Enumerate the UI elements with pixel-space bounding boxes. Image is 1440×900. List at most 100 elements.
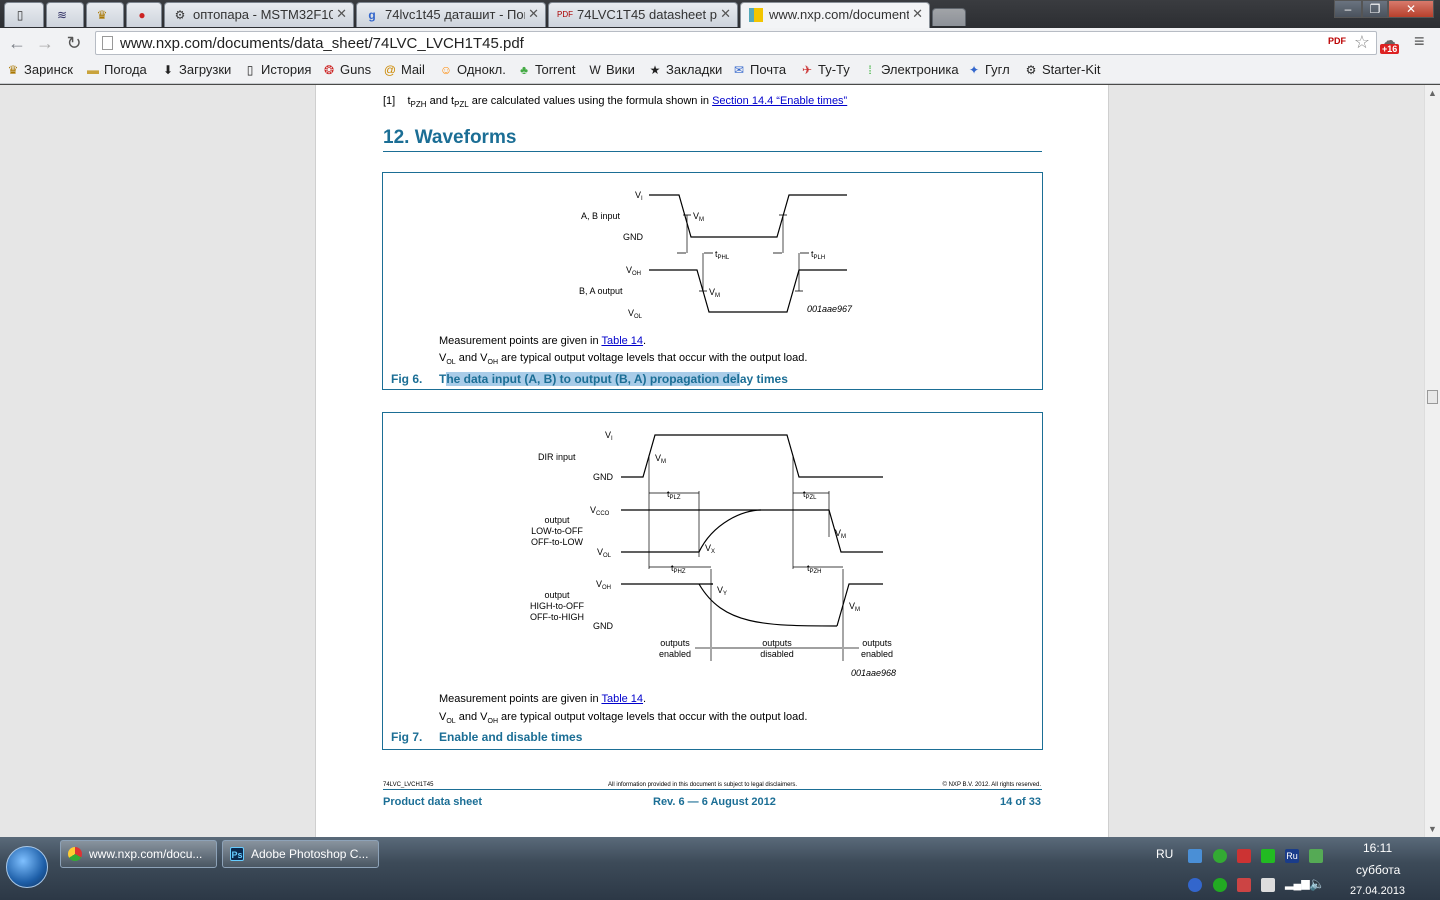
chrome-icon bbox=[68, 847, 82, 861]
back-icon[interactable]: ← bbox=[6, 32, 28, 54]
device-icon[interactable] bbox=[1261, 878, 1275, 892]
mail-icon: @ bbox=[383, 63, 397, 77]
tab-page[interactable]: ▯ bbox=[4, 2, 44, 27]
tab-strip: ▯ ≋ ♛ ● ⚙ оптопара - MSTM32F107 ✕ g 74lvc1t… bbox=[0, 0, 1440, 28]
fig6-number: Fig 6. bbox=[391, 372, 423, 386]
vertical-scrollbar[interactable]: ▲ ▼ bbox=[1424, 85, 1440, 837]
language-indicator[interactable]: RU bbox=[1156, 847, 1173, 861]
clock-day[interactable]: суббота bbox=[1356, 863, 1400, 877]
page-icon bbox=[102, 36, 113, 50]
maximize-button[interactable]: ❐ bbox=[1362, 0, 1388, 18]
output-label: output bbox=[544, 515, 570, 525]
fig7-title: Enable and disable times bbox=[439, 730, 583, 744]
wiki-icon: W bbox=[589, 63, 601, 77]
table-14-link[interactable]: Table 14 bbox=[601, 335, 643, 347]
footer-divider bbox=[383, 789, 1042, 790]
guns-icon: ❂ bbox=[323, 63, 335, 77]
bookmark-zagruzki[interactable]: ⬇ Загрузки bbox=[161, 62, 231, 77]
bookmark-zarinsk[interactable]: ♛ Заринск bbox=[6, 62, 73, 77]
scroll-thumb[interactable] bbox=[1427, 390, 1438, 404]
bookmark-odnokl[interactable]: ☺ Однокл. bbox=[439, 62, 506, 77]
close-icon[interactable]: ✕ bbox=[336, 6, 347, 22]
clock-time[interactable]: 16:11 bbox=[1363, 841, 1392, 855]
pdf-viewer[interactable]: [1] tPZH and tPZL are calculated values … bbox=[0, 85, 1424, 837]
footer-part: 74LVC_LVCH1T45 bbox=[383, 782, 434, 788]
taskbar-photoshop[interactable]: Ps Adobe Photoshop C... bbox=[222, 840, 379, 868]
clock-date[interactable]: 27.04.2013 bbox=[1350, 885, 1405, 897]
close-icon[interactable]: ✕ bbox=[720, 6, 731, 22]
bookmark-istoriya[interactable]: ▯ История bbox=[243, 62, 312, 77]
torrent-icon[interactable] bbox=[1213, 849, 1227, 863]
signal-icon[interactable]: ▂▄▆ bbox=[1285, 877, 1310, 890]
close-window-button[interactable]: ✕ bbox=[1388, 0, 1434, 18]
skype-icon[interactable] bbox=[1213, 878, 1227, 892]
tab-red[interactable]: ● bbox=[126, 2, 162, 27]
vcco-label: VCCO bbox=[590, 505, 610, 517]
minimize-button[interactable]: – bbox=[1334, 0, 1362, 18]
fig6-title[interactable]: The data input (A, B) to output (B, A) p… bbox=[439, 372, 788, 386]
tab-datasheet[interactable]: PDF 74LVC1T45 datasheet pdf ✕ bbox=[548, 2, 738, 27]
app-icon: ♛ bbox=[96, 8, 108, 22]
bookmark-tutu[interactable]: ✈ Ту-Ту bbox=[800, 62, 850, 77]
flag-icon[interactable] bbox=[1237, 878, 1251, 892]
bookmark-wiki[interactable]: W Вики bbox=[588, 62, 635, 77]
url-text: www.nxp.com/documents/data_sheet/74LVC_L… bbox=[120, 35, 524, 52]
feed-icon: ≋ bbox=[56, 8, 68, 22]
pdf-icon[interactable]: PDF bbox=[1328, 36, 1346, 46]
tphl-label: tPHL bbox=[715, 249, 730, 261]
fig7-note-1: Measurement points are given in Table 14… bbox=[439, 693, 647, 705]
tab-optopara[interactable]: ⚙ оптопара - MSTM32F107 ✕ bbox=[164, 2, 354, 27]
reload-icon[interactable]: ↻ bbox=[63, 32, 85, 54]
network-icon[interactable] bbox=[1188, 849, 1202, 863]
google-icon: g bbox=[368, 8, 376, 22]
scroll-up-icon[interactable]: ▲ bbox=[1428, 88, 1437, 98]
gnd-label: GND bbox=[623, 232, 644, 242]
bookmark-torrent[interactable]: ♣ Torrent bbox=[517, 62, 575, 77]
bookmark-mail[interactable]: @ Mail bbox=[383, 62, 425, 77]
tab-feed[interactable]: ≋ bbox=[46, 2, 84, 27]
footer-doc-type: Product data sheet bbox=[383, 796, 483, 808]
vm-label: VM bbox=[693, 211, 704, 223]
bookmark-pogoda[interactable]: ▬ Погода bbox=[86, 62, 147, 77]
tab-search[interactable]: g 74lvc1t45 даташит - Поис ✕ bbox=[356, 2, 546, 27]
bookmark-pochta[interactable]: ✉ Почта bbox=[732, 62, 786, 77]
forward-icon[interactable]: → bbox=[34, 32, 56, 54]
extension-icon[interactable]: ☁ +16 bbox=[1380, 32, 1402, 54]
pdf-page: [1] tPZH and tPZL are calculated values … bbox=[315, 85, 1109, 837]
bookmark-google[interactable]: ✦ Гугл bbox=[967, 62, 1010, 77]
lightning-icon[interactable] bbox=[1188, 878, 1202, 892]
close-icon[interactable]: ✕ bbox=[912, 6, 923, 22]
footer-disclaimer: All information provided in this documen… bbox=[608, 782, 798, 788]
scroll-down-icon[interactable]: ▼ bbox=[1428, 824, 1437, 834]
start-button[interactable] bbox=[6, 846, 48, 888]
tplh-label: tPLH bbox=[811, 249, 825, 261]
app-icon[interactable] bbox=[1261, 849, 1275, 863]
pdf-icon: PDF bbox=[557, 10, 573, 19]
bookmark-zakladki[interactable]: ★ Закладки bbox=[648, 62, 723, 77]
tab-nxp[interactable]: www.nxp.com/document ✕ bbox=[740, 2, 930, 28]
outputs-label: outputs bbox=[862, 638, 892, 648]
taskbar-chrome[interactable]: www.nxp.com/docu... bbox=[60, 840, 217, 868]
bookmark-electronics[interactable]: ⁞ Электроника bbox=[863, 62, 958, 77]
tab-app[interactable]: ♛ bbox=[86, 2, 124, 27]
punto-icon[interactable]: Ru bbox=[1285, 849, 1299, 863]
volume-icon[interactable]: 🔈 bbox=[1309, 876, 1325, 892]
table-14-link[interactable]: Table 14 bbox=[601, 693, 643, 705]
section-link[interactable]: Section 14.4 “Enable times” bbox=[712, 95, 847, 107]
new-tab-button[interactable] bbox=[932, 8, 966, 26]
antivirus-icon[interactable] bbox=[1237, 849, 1251, 863]
low-to-off-label: LOW-to-OFF bbox=[531, 526, 583, 536]
vi-label: VI bbox=[605, 430, 613, 442]
footer-copyright: © NXP B.V. 2012. All rights reserved. bbox=[942, 782, 1041, 788]
star-icon[interactable]: ☆ bbox=[1354, 32, 1370, 53]
fig6-note-1: Measurement points are given in Table 14… bbox=[439, 335, 647, 347]
ab-input-label: A, B input bbox=[581, 211, 621, 221]
bookmark-guns[interactable]: ❂ Guns bbox=[322, 62, 371, 77]
update-icon[interactable] bbox=[1309, 849, 1323, 863]
close-icon[interactable]: ✕ bbox=[528, 6, 539, 22]
menu-icon[interactable]: ≡ bbox=[1414, 31, 1425, 52]
footer-page-number: 14 of 33 bbox=[1000, 796, 1041, 808]
bookmark-starter-kit[interactable]: ⚙ Starter-Kit bbox=[1024, 62, 1101, 77]
address-bar[interactable]: www.nxp.com/documents/data_sheet/74LVC_L… bbox=[95, 31, 1377, 55]
gear-icon: ⚙ bbox=[1025, 63, 1037, 77]
